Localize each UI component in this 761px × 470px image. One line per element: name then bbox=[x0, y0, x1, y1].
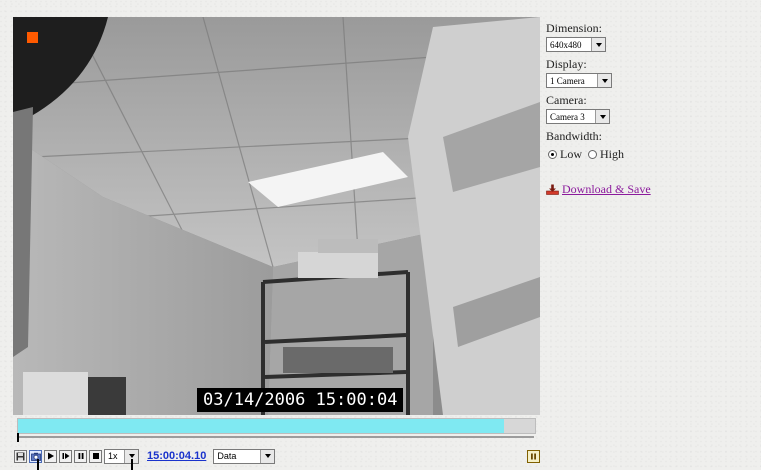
info-toggle-button[interactable] bbox=[527, 450, 540, 463]
camera-select[interactable]: Camera 3 bbox=[546, 109, 610, 124]
bandwidth-label: Bandwidth: bbox=[546, 129, 602, 143]
progress-fill bbox=[18, 419, 504, 433]
chevron-down-icon bbox=[591, 38, 605, 51]
camera-value: Camera 3 bbox=[550, 111, 585, 122]
bandwidth-high-label: High bbox=[600, 146, 624, 161]
bandwidth-low-label: Low bbox=[560, 146, 582, 161]
video-viewport[interactable]: 03/14/2006 15:00:04 bbox=[13, 17, 540, 415]
chevron-down-icon bbox=[597, 74, 611, 87]
bandwidth-low-radio[interactable] bbox=[548, 149, 557, 159]
settings-panel: Dimension: 640x480 Display: 1 Camera Cam… bbox=[546, 20, 746, 197]
cursor-marker bbox=[37, 459, 39, 470]
snapshot-icon bbox=[30, 452, 41, 461]
play-button[interactable] bbox=[44, 449, 57, 463]
display-select[interactable]: 1 Camera bbox=[546, 73, 612, 88]
step-forward-icon bbox=[62, 453, 69, 459]
dimension-value: 640x480 bbox=[550, 39, 582, 50]
seek-slider-track[interactable] bbox=[17, 436, 534, 438]
stop-icon bbox=[92, 453, 99, 459]
info-mode-value: Data bbox=[217, 451, 237, 461]
play-icon bbox=[47, 452, 54, 460]
bandwidth-high-radio[interactable] bbox=[588, 149, 597, 159]
cursor-marker bbox=[131, 459, 133, 470]
info-mode-select[interactable]: Data bbox=[213, 448, 276, 464]
camera-frame bbox=[13, 17, 540, 415]
current-time-link[interactable]: 15:00:04.10 bbox=[147, 450, 206, 462]
display-value: 1 Camera bbox=[550, 75, 585, 86]
chevron-down-icon bbox=[260, 449, 275, 463]
save-icon bbox=[16, 452, 25, 460]
video-timestamp: 03/14/2006 15:00:04 bbox=[197, 388, 404, 412]
seek-slider-handle[interactable] bbox=[17, 433, 19, 442]
playback-controls: 1x 15:00:04.10 Data bbox=[14, 447, 276, 465]
recording-indicator bbox=[27, 32, 38, 43]
dimension-label: Dimension: bbox=[546, 21, 602, 35]
speed-select[interactable]: 1x bbox=[104, 448, 139, 464]
display-label: Display: bbox=[546, 57, 587, 71]
save-button[interactable] bbox=[14, 449, 27, 463]
playback-progress-bar[interactable] bbox=[17, 418, 536, 434]
pause-icon bbox=[78, 453, 83, 459]
download-icon bbox=[546, 184, 559, 195]
stop-button[interactable] bbox=[89, 449, 102, 463]
snapshot-button[interactable] bbox=[29, 449, 42, 463]
chevron-down-icon bbox=[595, 110, 609, 123]
camera-label: Camera: bbox=[546, 93, 587, 107]
download-save-link[interactable]: Download & Save bbox=[546, 182, 746, 197]
step-forward-button[interactable] bbox=[59, 449, 72, 463]
pause-icon bbox=[531, 453, 536, 460]
dimension-select[interactable]: 640x480 bbox=[546, 37, 606, 52]
bandwidth-radio-group: Low High bbox=[546, 146, 746, 162]
speed-value: 1x bbox=[108, 451, 118, 461]
pause-button[interactable] bbox=[74, 449, 87, 463]
download-save-label[interactable]: Download & Save bbox=[562, 182, 651, 197]
